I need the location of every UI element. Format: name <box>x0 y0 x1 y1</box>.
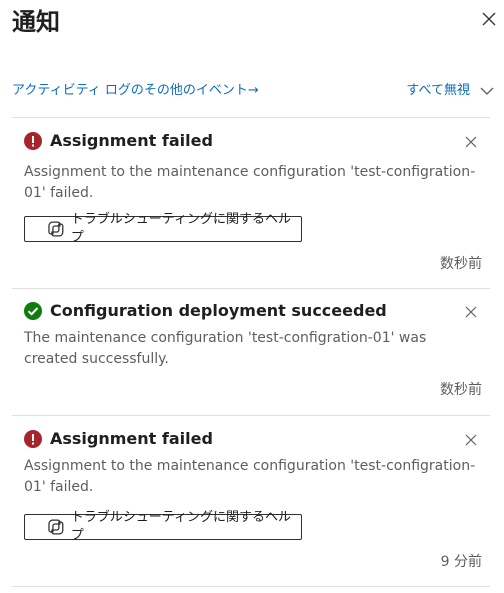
notification-time: 数秒前 <box>440 256 482 272</box>
notification-header: Assignment failed <box>24 130 213 152</box>
notification-title: Assignment failed <box>50 131 213 150</box>
dismiss-all-button[interactable]: すべて無視 <box>406 82 494 100</box>
success-icon <box>24 302 42 320</box>
panel-title: 通知 <box>12 8 60 36</box>
close-panel-button[interactable] <box>480 10 498 28</box>
copilot-icon <box>48 221 64 237</box>
copilot-icon <box>48 519 64 535</box>
dismiss-notification-button[interactable] <box>464 432 478 446</box>
dismiss-all-label: すべて無視 <box>406 83 470 98</box>
notification-card: Assignment failed Assignment to the main… <box>12 428 490 578</box>
troubleshooting-help-button[interactable]: トラブルシューティングに関するヘルプ <box>24 510 302 543</box>
notification-header: Assignment failed <box>24 428 213 450</box>
dismiss-notification-button[interactable] <box>464 304 478 318</box>
notification-card: Assignment failed Assignment to the main… <box>12 130 490 280</box>
notification-description: The maintenance configuration 'test-conf… <box>24 330 427 367</box>
divider <box>12 288 490 289</box>
notification-time: 9 分前 <box>440 554 482 570</box>
notification-card: Configuration deployment succeeded The m… <box>12 300 490 410</box>
divider <box>12 415 490 416</box>
close-icon <box>482 12 496 26</box>
notification-title: Configuration deployment succeeded <box>50 301 387 320</box>
help-button-label: トラブルシューティングに関するヘルプ <box>70 510 291 543</box>
chevron-down-icon <box>480 87 494 95</box>
close-icon <box>465 136 477 148</box>
activity-log-link[interactable]: アクティビティ ログのその他のイベント→ <box>12 82 259 100</box>
close-icon <box>465 434 477 446</box>
notification-header: Configuration deployment succeeded <box>24 300 387 322</box>
close-icon <box>465 306 477 318</box>
divider <box>12 117 490 118</box>
notification-description: Assignment to the maintenance configurat… <box>24 164 476 201</box>
error-icon <box>24 132 42 150</box>
dismiss-notification-button[interactable] <box>464 134 478 148</box>
help-button-label: トラブルシューティングに関するヘルプ <box>70 212 291 245</box>
notification-time: 数秒前 <box>440 382 482 398</box>
divider <box>12 586 490 587</box>
notification-description: Assignment to the maintenance configurat… <box>24 458 476 495</box>
notification-title: Assignment failed <box>50 429 213 448</box>
error-icon <box>24 430 42 448</box>
troubleshooting-help-button[interactable]: トラブルシューティングに関するヘルプ <box>24 212 302 245</box>
